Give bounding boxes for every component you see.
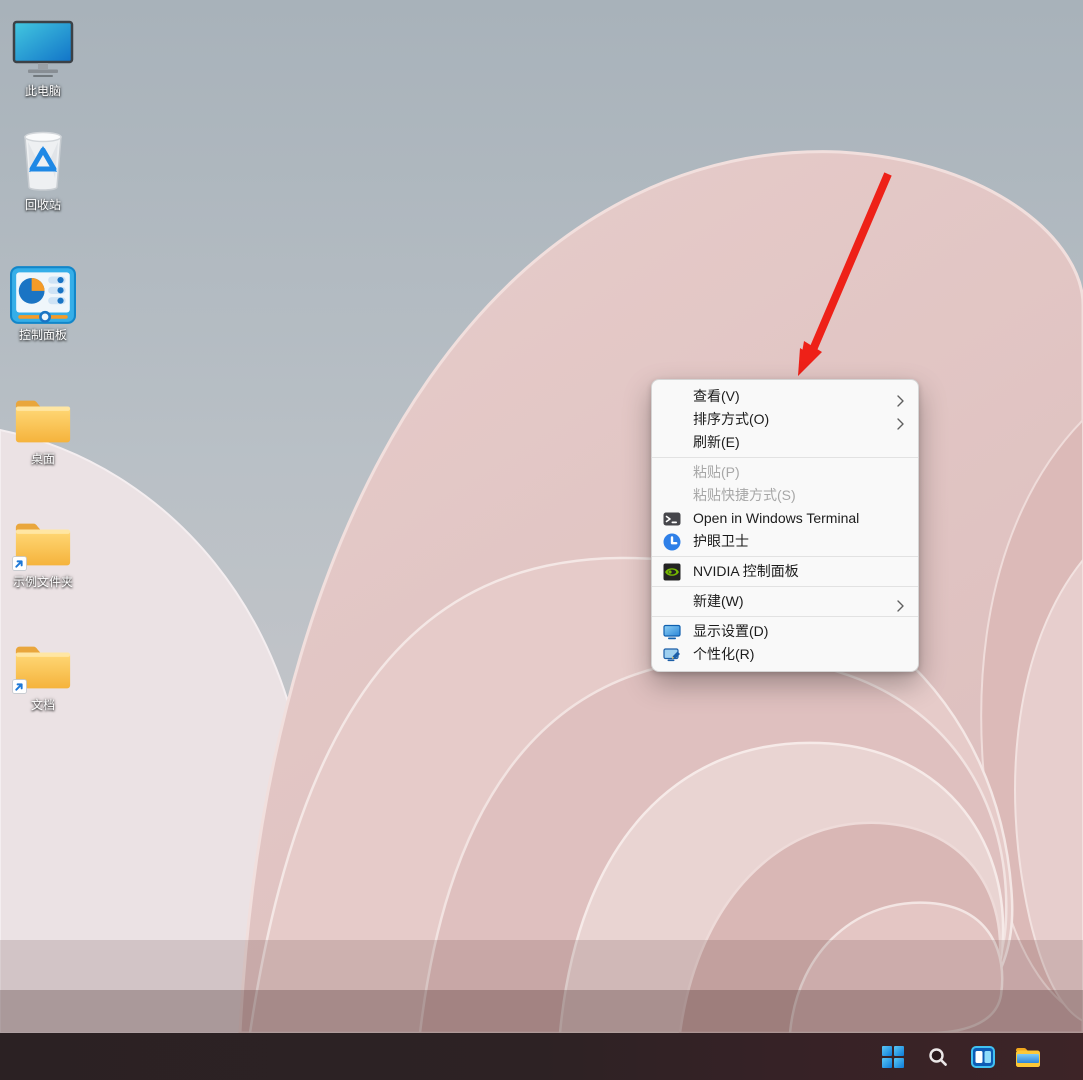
chevron-right-icon (897, 596, 904, 608)
menu-separator (652, 457, 918, 458)
desktop-surface[interactable]: 此电脑 回收站 (0, 0, 1083, 1033)
desktop-icon-recycle-bin[interactable]: 回收站 (0, 126, 86, 213)
menu-item-label: 刷新(E) (693, 434, 740, 450)
windows-11-desktop-screen: 此电脑 回收站 (0, 0, 1083, 1080)
search-icon (927, 1046, 949, 1068)
this-pc-icon (0, 12, 86, 80)
desktop-icon-label: 回收站 (0, 198, 86, 213)
desktop-icon-label: 控制面板 (0, 328, 86, 343)
desktop-icon-documents-folder[interactable]: 文档 (0, 626, 86, 713)
menu-separator (652, 586, 918, 587)
chevron-right-icon (897, 391, 904, 403)
menu-item-display-settings[interactable]: 显示设置(D) (652, 620, 918, 643)
menu-item-nvidia-control-panel[interactable]: NVIDIA 控制面板 (652, 560, 918, 583)
windows-terminal-icon (663, 510, 681, 528)
menu-separator (652, 556, 918, 557)
menu-item-open-in-windows-terminal[interactable]: Open in Windows Terminal (652, 507, 918, 530)
folder-icon (0, 503, 86, 571)
menu-item-label: 显示设置(D) (693, 623, 768, 639)
nvidia-icon (663, 563, 681, 581)
task-view-button[interactable] (970, 1044, 996, 1070)
menu-item-label: 粘贴快捷方式(S) (693, 487, 796, 503)
bloom-wallpaper (0, 0, 1083, 1033)
menu-item-eye-guard[interactable]: 护眼卫士 (652, 530, 918, 553)
folder-icon (0, 626, 86, 694)
menu-item-label: 个性化(R) (693, 646, 754, 662)
start-button[interactable] (880, 1044, 906, 1070)
display-settings-icon (663, 623, 681, 641)
recycle-bin-icon (0, 126, 86, 194)
desktop-icon-label: 文档 (0, 698, 86, 713)
menu-item-label: 粘贴(P) (693, 464, 740, 480)
desktop-icon-desktop-folder[interactable]: 桌面 (0, 380, 86, 467)
control-panel-icon (0, 256, 86, 324)
menu-separator (652, 616, 918, 617)
taskbar-icons (880, 1033, 1041, 1080)
menu-item-label: 护眼卫士 (693, 533, 749, 549)
menu-item-sort-by[interactable]: 排序方式(O) (652, 408, 918, 431)
taskbar (0, 1033, 1083, 1080)
desktop-icon-label: 桌面 (0, 452, 86, 467)
menu-item-personalize[interactable]: 个性化(R) (652, 643, 918, 666)
menu-item-view[interactable]: 查看(V) (652, 385, 918, 408)
desktop-icon-sample-folder[interactable]: 示例文件夹 (0, 503, 86, 590)
menu-item-label: Open in Windows Terminal (693, 510, 859, 526)
file-explorer-icon (1015, 1046, 1041, 1068)
eye-guard-icon (663, 533, 681, 551)
personalization-icon (663, 646, 681, 664)
menu-item-paste: 粘贴(P) (652, 461, 918, 484)
menu-item-new[interactable]: 新建(W) (652, 590, 918, 613)
search-button[interactable] (925, 1044, 951, 1070)
desktop-icon-label: 此电脑 (0, 84, 86, 99)
shortcut-arrow-badge (12, 679, 27, 694)
menu-item-label: 排序方式(O) (693, 411, 769, 427)
desktop-icon-this-pc[interactable]: 此电脑 (0, 12, 86, 99)
shortcut-arrow-badge (12, 556, 27, 571)
desktop-context-menu: 查看(V) 排序方式(O) 刷新(E) 粘贴(P) 粘贴快捷方式(S) (651, 379, 919, 672)
menu-item-refresh[interactable]: 刷新(E) (652, 431, 918, 454)
file-explorer-button[interactable] (1015, 1044, 1041, 1070)
chevron-right-icon (897, 414, 904, 426)
menu-item-label: 新建(W) (693, 593, 744, 609)
windows-start-icon (882, 1046, 904, 1068)
task-view-icon (971, 1046, 995, 1068)
menu-item-paste-shortcut: 粘贴快捷方式(S) (652, 484, 918, 507)
desktop-icon-label: 示例文件夹 (0, 575, 86, 590)
desktop-icon-control-panel[interactable]: 控制面板 (0, 256, 86, 343)
menu-item-label: NVIDIA 控制面板 (693, 563, 799, 579)
folder-icon (0, 380, 86, 448)
menu-item-label: 查看(V) (693, 388, 740, 404)
